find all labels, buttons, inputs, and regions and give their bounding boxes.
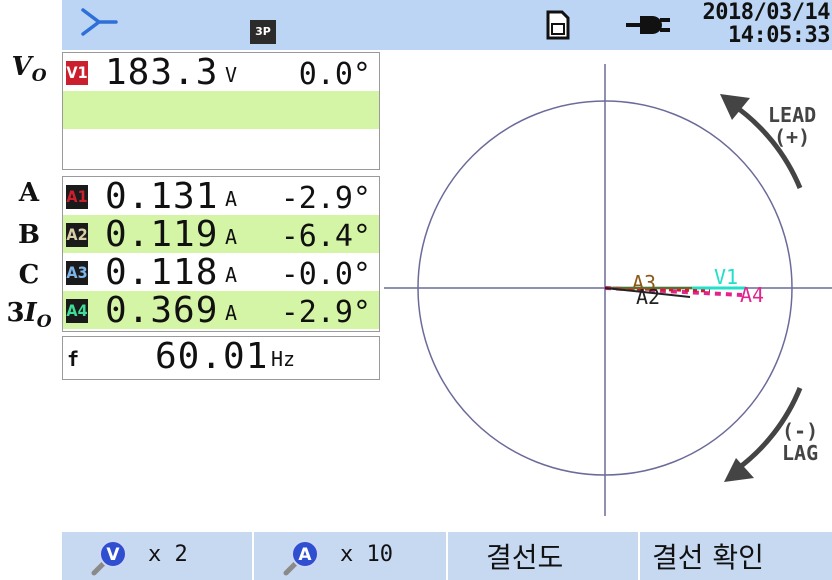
frequency-value: 60.01: [155, 336, 269, 377]
i0-label-sub: O: [36, 312, 52, 333]
a4-angle: -2.9°: [280, 295, 371, 330]
wiring-check-button[interactable]: 결선 확인: [640, 532, 832, 580]
lead-label-sign: (+): [774, 125, 811, 149]
a3-angle: -0.0°: [280, 257, 371, 292]
v0-label: VO: [0, 52, 58, 86]
a1-badge: A1: [66, 185, 88, 209]
current-zoom-button[interactable]: A x 10: [254, 532, 448, 580]
frequency-panel: f 60.01 Hz: [62, 336, 380, 380]
datetime-display: 2018/03/14 14:05:33: [680, 0, 831, 48]
power-plug-icon: [624, 10, 672, 44]
phase-a-label: A: [18, 178, 40, 208]
i0-label: 3IO: [0, 298, 58, 332]
lead-label-text: LEAD: [768, 103, 817, 127]
time-text: 14:05:33: [728, 23, 830, 48]
voltage-zoom-multiplier: x 2: [148, 542, 188, 567]
current-row-a1: A1 0.131 A -2.9°: [63, 176, 379, 217]
a2-unit: A: [225, 225, 238, 249]
a1-unit: A: [225, 187, 238, 211]
lag-label-text: LAG: [782, 441, 819, 465]
frequency-label: f: [67, 347, 80, 371]
a2-angle: -6.4°: [280, 219, 371, 254]
wiring-check-label: 결선 확인: [652, 541, 764, 574]
voltage-empty-row-3: [63, 129, 379, 167]
current-panel: A1 0.131 A -2.9° A2 0.119 A -6.4° A3 0.1…: [62, 176, 380, 332]
wiring-star-icon[interactable]: [80, 4, 118, 46]
voltage-angle: 0.0°: [298, 57, 371, 92]
voltage-panel: V1 183.3 V 0.0°: [62, 52, 380, 170]
a3-badge: A3: [66, 261, 88, 285]
voltage-empty-row-2: [63, 91, 379, 129]
wiring-diagram-label: 결선도: [486, 541, 564, 574]
vector-diagram-svg: V1 A3 A2 A4: [384, 64, 832, 516]
voltage-value: 183.3: [105, 52, 219, 93]
a2-badge: A2: [66, 223, 88, 247]
v0-label-main: V: [11, 52, 32, 82]
lead-label: LEAD (+): [768, 104, 816, 148]
v1-vector-label: V1: [714, 265, 738, 289]
sd-card-icon: [546, 10, 570, 44]
frequency-unit: Hz: [271, 347, 296, 371]
function-bar: V x 2 A x 10 결선도 결선 확인: [62, 532, 832, 580]
a4-unit: A: [225, 301, 238, 325]
v0-label-sub: O: [31, 66, 47, 87]
voltage-unit: V: [225, 63, 238, 87]
a4-badge: A4: [66, 299, 88, 323]
status-bar: 3P 2018/03/14 14:05:33: [62, 0, 832, 50]
voltage-zoom-icon: V: [91, 540, 127, 576]
voltage-zoom-button[interactable]: V x 2: [62, 532, 254, 580]
i0-label-main: I: [24, 298, 37, 328]
a3-value: 0.118: [105, 252, 219, 293]
voltage-zoom-icon-letter: V: [106, 545, 120, 565]
current-row-a3: A3 0.118 A -0.0°: [63, 252, 379, 293]
a2-value: 0.119: [105, 214, 219, 255]
v1-badge: V1: [66, 61, 88, 85]
a1-angle: -2.9°: [280, 181, 371, 216]
current-zoom-multiplier: x 10: [340, 542, 393, 567]
a2-vector-label: A2: [636, 285, 660, 309]
a3-unit: A: [225, 263, 238, 287]
date-text: 2018/03/14: [702, 0, 831, 25]
screen: 3P 2018/03/14 14:05:33 VO A B C 3IO V1 1…: [0, 0, 832, 580]
phase-b-label: B: [18, 220, 40, 250]
current-zoom-icon: A: [283, 540, 319, 576]
current-row-a4: A4 0.369 A -2.9°: [63, 290, 379, 331]
a1-value: 0.131: [105, 176, 219, 217]
vector-diagram: V1 A3 A2 A4 LEAD (+) (-) LAG: [380, 50, 832, 530]
a4-vector-label: A4: [740, 283, 764, 307]
current-row-a2: A2 0.119 A -6.4°: [63, 214, 379, 255]
three-phase-icon-text: 3P: [255, 25, 271, 38]
three-phase-icon: 3P: [250, 20, 276, 44]
a4-value: 0.369: [105, 290, 219, 331]
current-zoom-icon-letter: A: [298, 545, 312, 565]
wiring-diagram-button[interactable]: 결선도: [448, 532, 640, 580]
i0-label-prefix: 3: [6, 298, 25, 328]
lag-label-sign: (-): [782, 419, 819, 443]
voltage-row: V1 183.3 V 0.0°: [63, 52, 379, 93]
phase-c-label: C: [18, 260, 40, 290]
lag-label: (-) LAG: [782, 420, 818, 464]
